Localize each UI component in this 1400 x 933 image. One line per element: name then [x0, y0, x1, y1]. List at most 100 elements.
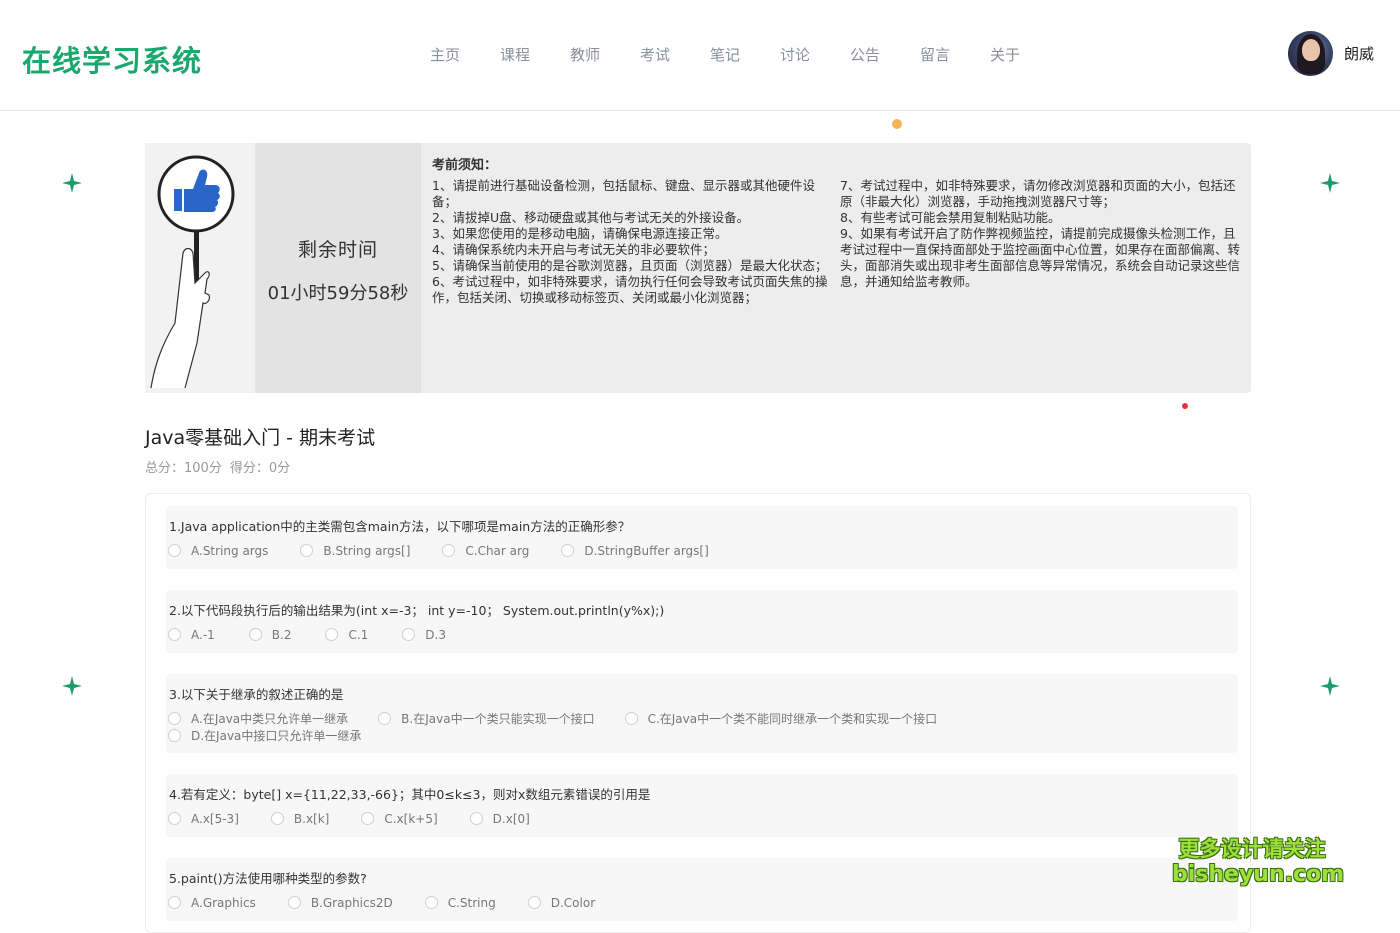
option-label: A.String args [191, 543, 269, 558]
radio-button[interactable] [361, 812, 375, 825]
question-text: 2.以下代码段执行后的输出结果为(int x=-3； int y=-10； Sy… [169, 603, 665, 618]
nav-item-notes[interactable]: 笔记 [690, 44, 760, 65]
radio-button[interactable] [168, 729, 181, 742]
radio-button[interactable] [561, 544, 575, 557]
instructions-left-column: 1、请提前进行基础设备检测，包括鼠标、键盘、显示器或其他硬件设备； 2、请拔掉U… [432, 178, 836, 306]
option-label: B.在Java中一个类只能实现一个接口 [401, 712, 595, 726]
watermark-line-1: 更多设计请关注 [1178, 837, 1326, 861]
thumbs-up-illustration [145, 143, 255, 393]
radio-button[interactable] [168, 812, 181, 825]
nav-item-about[interactable]: 关于 [970, 44, 1040, 65]
option-label: D.在Java中接口只允许单一继承 [191, 729, 362, 743]
main-nav: 主页 课程 教师 考试 笔记 讨论 公告 留言 关于 [410, 44, 1040, 65]
option-label: A.在Java中类只允许单一继承 [191, 712, 349, 726]
option-c[interactable]: C.Char arg [442, 542, 529, 559]
answer-options: A.-1 B.2 C.1 D.3 [168, 626, 1216, 643]
watermark: 更多设计请关注 bisheyun.com [1172, 836, 1345, 888]
option-c[interactable]: C.1 [325, 626, 368, 643]
thumbs-up-sign-icon [150, 155, 235, 389]
radio-button[interactable] [325, 628, 339, 641]
exam-notice-banner: 剩余时间 01小时59分58秒 考前须知： 1、请提前进行基础设备检测，包括鼠标… [145, 143, 1251, 393]
radio-button[interactable] [168, 712, 181, 725]
header: 在线学习系统 主页 课程 教师 考试 笔记 讨论 公告 留言 关于 朗威 [0, 0, 1400, 111]
sparkle-icon [62, 173, 82, 193]
instruction-item: 2、请拔掉U盘、移动硬盘或其他与考试无关的外接设备。 [432, 210, 750, 225]
radio-button[interactable] [527, 896, 541, 909]
option-label: A.x[5-3] [191, 811, 239, 826]
radio-button[interactable] [624, 712, 638, 725]
option-c[interactable]: C.String [424, 894, 496, 911]
option-b[interactable]: B.在Java中一个类只能实现一个接口 [378, 710, 595, 727]
option-label: B.String args[] [323, 543, 411, 558]
option-a[interactable]: A.Graphics [168, 894, 256, 911]
nav-item-home[interactable]: 主页 [410, 44, 480, 65]
option-d[interactable]: D.x[0] [469, 810, 530, 827]
radio-button[interactable] [402, 628, 416, 641]
nav-item-exams[interactable]: 考试 [620, 44, 690, 65]
question-text: 1.Java application中的主类需包含main方法，以下哪项是mai… [169, 519, 631, 534]
option-label: D.3 [425, 627, 446, 642]
question-text: 3.以下关于继承的叙述正确的是 [169, 687, 344, 702]
option-b[interactable]: B.Graphics2D [287, 894, 393, 911]
radio-button[interactable] [270, 812, 284, 825]
radio-button[interactable] [248, 628, 262, 641]
radio-button[interactable] [442, 544, 456, 557]
sparkle-icon [1320, 676, 1340, 696]
current-score: 得分：0分 [229, 461, 291, 476]
user-menu[interactable]: 朗威 [1288, 31, 1374, 76]
option-label: A.Graphics [191, 895, 256, 910]
radio-button[interactable] [168, 628, 181, 641]
nav-item-announcements[interactable]: 公告 [830, 44, 900, 65]
nav-item-messages[interactable]: 留言 [900, 44, 970, 65]
radio-button[interactable] [300, 544, 314, 557]
countdown-timer: 剩余时间 01小时59分58秒 [255, 143, 421, 393]
option-label: C.在Java中一个类不能同时继承一个类和实现一个接口 [647, 712, 938, 726]
option-label: C.1 [348, 627, 369, 642]
answer-options: A.Graphics B.Graphics2D C.String D.Color [168, 894, 1216, 911]
option-label: A.-1 [191, 627, 215, 642]
radio-button[interactable] [168, 544, 181, 557]
option-a[interactable]: A.-1 [168, 626, 215, 643]
nav-item-teachers[interactable]: 教师 [550, 44, 620, 65]
option-label: C.x[k+5] [384, 811, 438, 826]
option-b[interactable]: B.x[k] [270, 810, 329, 827]
instructions-title: 考前须知： [432, 158, 498, 173]
watermark-line-2: bisheyun.com [1172, 862, 1345, 887]
option-a[interactable]: A.String args [168, 542, 268, 559]
option-label: D.x[0] [492, 811, 530, 826]
option-label: D.Color [550, 895, 596, 910]
option-c[interactable]: C.在Java中一个类不能同时继承一个类和实现一个接口 [624, 710, 938, 727]
radio-button[interactable] [378, 712, 392, 725]
radio-button[interactable] [469, 812, 483, 825]
instruction-item: 7、考试过程中，如非特殊要求，请勿修改浏览器和页面的大小，包括还原（非最大化）浏… [840, 178, 1236, 209]
nav-item-discussions[interactable]: 讨论 [760, 44, 830, 65]
decorative-dot [892, 119, 902, 129]
option-d[interactable]: D.在Java中接口只允许单一继承 [168, 727, 361, 744]
instruction-item: 3、如果您使用的是移动电脑，请确保电源连接正常。 [432, 226, 728, 241]
option-d[interactable]: D.3 [402, 626, 446, 643]
option-a[interactable]: A.在Java中类只允许单一继承 [168, 710, 348, 727]
option-b[interactable]: B.2 [248, 626, 291, 643]
nav-item-courses[interactable]: 课程 [480, 44, 550, 65]
option-c[interactable]: C.x[k+5] [361, 810, 438, 827]
option-d[interactable]: D.StringBuffer args[] [561, 542, 709, 559]
option-d[interactable]: D.Color [527, 894, 596, 911]
site-logo[interactable]: 在线学习系统 [22, 38, 202, 80]
timer-value: 01小时59分58秒 [267, 283, 409, 304]
exam-instructions: 考前须知： 1、请提前进行基础设备检测，包括鼠标、键盘、显示器或其他硬件设备； … [432, 158, 1244, 306]
answer-options: A.在Java中类只允许单一继承 B.在Java中一个类只能实现一个接口 C.在… [168, 710, 1068, 744]
option-b[interactable]: B.String args[] [300, 542, 410, 559]
instruction-item: 4、请确保系统内未开启与考试无关的非必要软件； [432, 242, 715, 257]
radio-button[interactable] [168, 896, 181, 909]
question-2: 2.以下代码段执行后的输出结果为(int x=-3； int y=-10； Sy… [166, 590, 1238, 653]
question-text: 4.若有定义：byte[] x={11,22,33,-66}；其中0≤k≤3，则… [169, 787, 651, 802]
radio-button[interactable] [424, 896, 438, 909]
radio-button[interactable] [287, 896, 301, 909]
sparkle-icon [1320, 173, 1340, 193]
instruction-item: 1、请提前进行基础设备检测，包括鼠标、键盘、显示器或其他硬件设备； [432, 178, 815, 209]
option-a[interactable]: A.x[5-3] [168, 810, 239, 827]
user-name[interactable]: 朗威 [1344, 43, 1374, 64]
exam-score: 总分：100分 得分：0分 [145, 457, 298, 476]
avatar[interactable] [1288, 31, 1333, 76]
question-list: 1.Java application中的主类需包含main方法，以下哪项是mai… [145, 493, 1251, 933]
